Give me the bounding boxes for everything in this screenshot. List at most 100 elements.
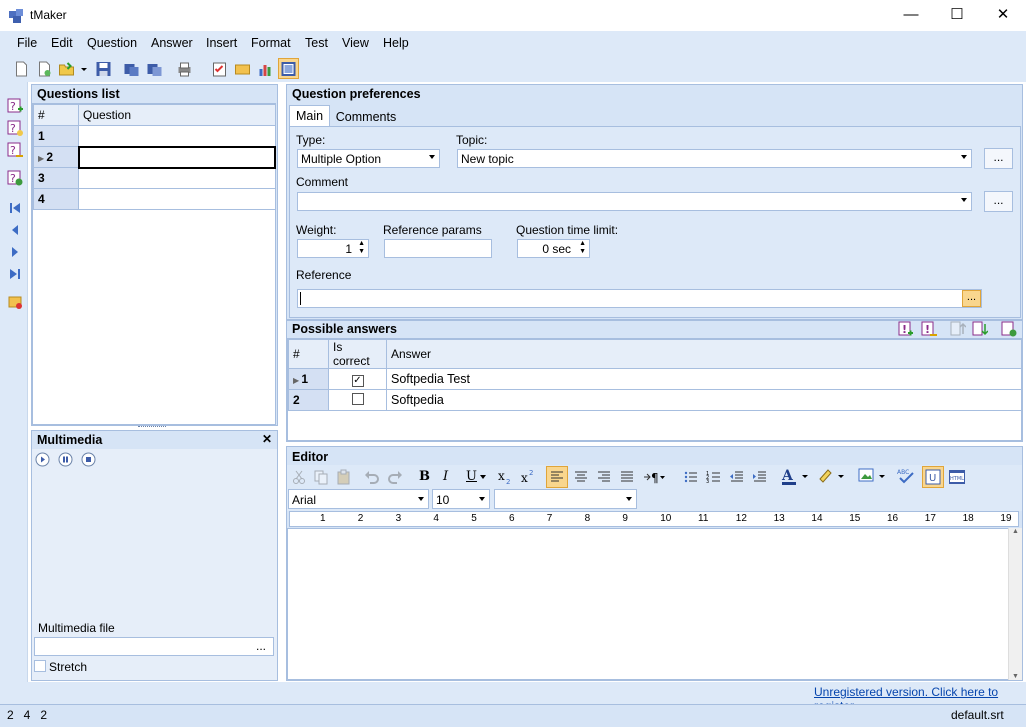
correct-checkbox-unchecked[interactable] (351, 392, 364, 405)
table-row[interactable]: 2 Softpedia (288, 389, 1022, 411)
type-dropdown[interactable]: Multiple Option (297, 149, 440, 168)
save-icon[interactable] (95, 61, 112, 77)
delete-question-icon[interactable]: ? (7, 142, 23, 158)
increase-indent-icon[interactable] (752, 469, 768, 485)
save-all-icon[interactable] (146, 61, 163, 77)
checklist-icon[interactable] (211, 61, 228, 77)
scroll-down-icon[interactable]: ▼ (1009, 673, 1022, 680)
minimize-button[interactable]: — (888, 0, 934, 31)
answer-cell[interactable]: Softpedia Test (386, 368, 1022, 390)
comment-dropdown[interactable] (297, 192, 972, 211)
paragraph-icon[interactable]: ¶ (643, 469, 665, 485)
menu-question[interactable]: Question (87, 36, 137, 50)
ruler[interactable]: 1 2 3 4 5 6 7 8 9 10 11 12 13 14 15 16 17 18 19 (289, 511, 1019, 527)
underline-dropdown-icon[interactable] (480, 474, 486, 480)
bold-button[interactable]: B (419, 469, 430, 484)
numbered-list-icon[interactable]: 123 (706, 469, 722, 485)
font-family-dropdown[interactable]: Arial (288, 489, 429, 509)
subscript-icon[interactable]: x2 (497, 468, 513, 485)
editor-scrollbar[interactable]: ▲ ▼ (1008, 528, 1022, 680)
table-row[interactable]: 4 (33, 188, 276, 210)
open-dropdown-icon[interactable] (80, 61, 88, 77)
table-row[interactable]: ▶ 1 ✓ Softpedia Test (288, 368, 1022, 390)
last-record-icon[interactable] (7, 266, 23, 282)
tab-comments[interactable]: Comments (331, 108, 401, 127)
cut-icon[interactable] (291, 469, 307, 485)
time-limit-stepper[interactable]: 0 sec ▲ ▼ (517, 239, 590, 258)
column-header-number[interactable]: # (288, 339, 329, 369)
edit-question-icon[interactable]: ? (7, 120, 23, 136)
question-cell[interactable] (78, 125, 276, 147)
pause-icon[interactable] (58, 452, 73, 467)
answers-grid[interactable]: # Is correct Answer ▶ 1 ✓ Softpedia Test… (287, 338, 1022, 441)
menu-format[interactable]: Format (251, 36, 291, 50)
undo-icon[interactable] (364, 469, 380, 485)
bullet-list-icon[interactable] (683, 469, 699, 485)
reference-field[interactable] (297, 289, 982, 308)
table-row[interactable]: 1 (33, 125, 276, 147)
align-center-icon[interactable] (573, 469, 589, 485)
insert-picture-icon[interactable] (858, 467, 886, 485)
multimedia-browse-button[interactable]: ... (256, 639, 266, 653)
splitter-grip[interactable] (138, 426, 166, 429)
multimedia-file-field[interactable] (34, 637, 274, 656)
menu-answer[interactable]: Answer (151, 36, 193, 50)
move-answer-down-icon[interactable] (972, 321, 988, 337)
superscript-icon[interactable]: x2 (520, 468, 536, 485)
stop-icon[interactable] (81, 452, 96, 467)
maximize-button[interactable]: ☐ (934, 0, 980, 31)
add-question-icon[interactable]: ? (7, 98, 23, 114)
comment-browse-button[interactable]: ... (984, 191, 1013, 212)
menu-view[interactable]: View (342, 36, 369, 50)
move-answer-up-icon[interactable] (950, 321, 966, 337)
import-answer-icon[interactable] (1001, 321, 1017, 337)
question-cell[interactable] (78, 167, 276, 189)
delete-answer-icon[interactable]: ! (921, 321, 937, 337)
paste-icon[interactable] (336, 469, 352, 485)
import-question-icon[interactable]: ? (7, 170, 23, 186)
decrease-indent-icon[interactable] (729, 469, 745, 485)
align-right-icon[interactable] (596, 469, 612, 485)
play-icon[interactable] (35, 452, 50, 467)
menu-test[interactable]: Test (305, 36, 328, 50)
print-icon[interactable] (176, 61, 193, 77)
scroll-up-icon[interactable]: ▲ (1009, 528, 1022, 535)
editor-content-area[interactable] (287, 528, 1022, 680)
reference-browse-button[interactable]: ... (962, 290, 981, 307)
table-row[interactable]: ▶ 2 (33, 145, 276, 169)
underline-button[interactable]: U (466, 469, 477, 484)
new-file-icon[interactable] (13, 61, 30, 77)
topic-dropdown[interactable]: New topic (457, 149, 972, 168)
is-correct-cell[interactable] (328, 389, 387, 411)
column-header-question[interactable]: Question (78, 104, 276, 126)
question-cell-selected[interactable] (77, 145, 276, 169)
menu-file[interactable]: File (17, 36, 37, 50)
highlight-color-icon[interactable] (817, 467, 845, 485)
close-window-button[interactable]: ✕ (980, 0, 1026, 31)
font-color-icon[interactable]: A (781, 467, 809, 485)
menu-insert[interactable]: Insert (206, 36, 237, 50)
first-record-icon[interactable] (7, 200, 23, 216)
multimedia-close-button[interactable]: ✕ (262, 432, 272, 446)
copy-icon[interactable] (313, 469, 329, 485)
style-dropdown[interactable] (494, 489, 637, 509)
next-record-icon[interactable] (7, 244, 23, 260)
menu-edit[interactable]: Edit (51, 36, 73, 50)
question-cell[interactable] (78, 188, 276, 210)
stretch-checkbox[interactable] (34, 660, 46, 672)
italic-button[interactable]: I (443, 469, 448, 484)
add-answer-icon[interactable]: ! (898, 321, 914, 337)
remove-record-icon[interactable] (7, 294, 23, 310)
column-header-answer[interactable]: Answer (386, 339, 1022, 369)
justify-icon[interactable] (619, 469, 635, 485)
spell-check-icon[interactable]: ABC (897, 467, 915, 485)
spin-arrows-icon[interactable]: ▲ ▼ (358, 240, 365, 256)
weight-stepper[interactable]: 1 ▲ ▼ (297, 239, 369, 258)
questions-grid[interactable]: # Question 1 ▶ 2 3 4 (32, 103, 276, 425)
previous-record-icon[interactable] (7, 222, 23, 238)
column-header-is-correct[interactable]: Is correct (328, 339, 387, 369)
topic-browse-button[interactable]: ... (984, 148, 1013, 169)
envelope-icon[interactable] (234, 61, 251, 77)
column-header-number[interactable]: # (33, 104, 79, 126)
menu-help[interactable]: Help (383, 36, 409, 50)
